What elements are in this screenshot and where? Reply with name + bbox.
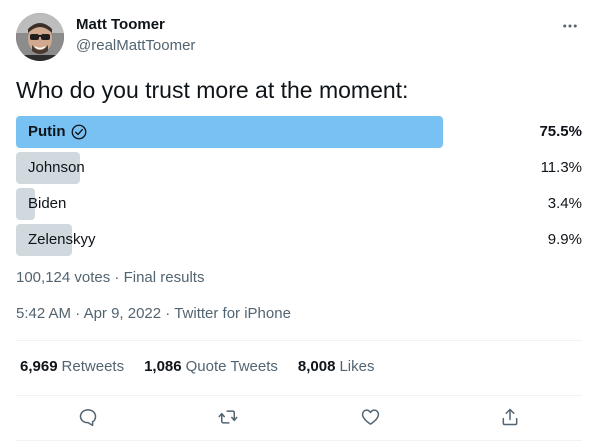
tweet-text: Who do you trust more at the moment: (16, 77, 409, 103)
like-icon[interactable] (355, 402, 385, 432)
poll-option-percent: 3.4% (547, 195, 582, 212)
poll-option-percent: 11.3% (540, 159, 582, 176)
likes-count: 8,008 (297, 358, 336, 375)
reply-icon[interactable] (73, 402, 103, 432)
tweet-actions (16, 396, 582, 438)
tweet-time[interactable]: 5:42 AM (16, 305, 71, 322)
poll-option: Zelenskyy 9.9% (16, 224, 582, 256)
poll-option-label: Zelenskyy (28, 224, 96, 256)
poll-status: Final results (123, 269, 205, 286)
tweet-timestamp: 5:42 AM · Apr 9, 2022 · Twitter for iPho… (16, 305, 291, 322)
share-icon[interactable] (495, 402, 525, 432)
poll-meta: 100,124 votes · Final results (16, 269, 204, 286)
avatar[interactable] (16, 13, 64, 61)
user-handle[interactable]: @realMattToomer (76, 37, 195, 54)
retweets-label: Retweets (61, 358, 125, 375)
poll: Putin 75.5% Johnson 11.3% Biden 3.4% Zel… (16, 116, 582, 260)
tweet-source[interactable]: Twitter for iPhone (174, 305, 291, 322)
divider (16, 340, 582, 341)
poll-option: Biden 3.4% (16, 188, 582, 220)
poll-option-percent: 9.9% (547, 231, 582, 248)
poll-option: Johnson 11.3% (16, 152, 582, 184)
tweet-header: Matt Toomer @realMattToomer (16, 12, 582, 62)
poll-option-percent: 75.5% (539, 123, 582, 140)
avatar-image (16, 13, 64, 61)
tweet-date[interactable]: Apr 9, 2022 (84, 305, 162, 322)
retweets-count: 6,969 (20, 358, 58, 375)
poll-option-text: Zelenskyy (28, 231, 96, 248)
separator: · (165, 305, 175, 322)
retweets-stat[interactable]: 6,969 Retweets (20, 358, 124, 375)
quote-tweets-stat[interactable]: 1,086 Quote Tweets (144, 358, 278, 375)
poll-option-label: Johnson (28, 152, 85, 184)
separator: · (75, 305, 84, 322)
poll-option-label: Putin (28, 116, 88, 148)
likes-label: Likes (339, 358, 375, 375)
more-horizontal-icon[interactable] (558, 14, 582, 38)
poll-votes: 100,124 votes (16, 269, 111, 286)
check-circle-icon (70, 123, 88, 141)
retweet-icon[interactable] (213, 402, 243, 432)
poll-option-text: Biden (28, 195, 67, 212)
quote-tweets-count: 1,086 (144, 358, 182, 375)
poll-option-text: Putin (28, 123, 66, 140)
separator: · (114, 269, 124, 286)
poll-option-label: Biden (28, 188, 66, 220)
tweet-stats: 6,969 Retweets 1,086 Quote Tweets 8,008 Lik… (20, 358, 374, 375)
quote-tweets-label: Quote Tweets (185, 358, 278, 375)
poll-option: Putin 75.5% (16, 116, 582, 148)
poll-option-text: Johnson (28, 159, 85, 176)
display-name[interactable]: Matt Toomer (76, 16, 165, 33)
likes-stat[interactable]: 8,008 Likes (298, 358, 375, 375)
